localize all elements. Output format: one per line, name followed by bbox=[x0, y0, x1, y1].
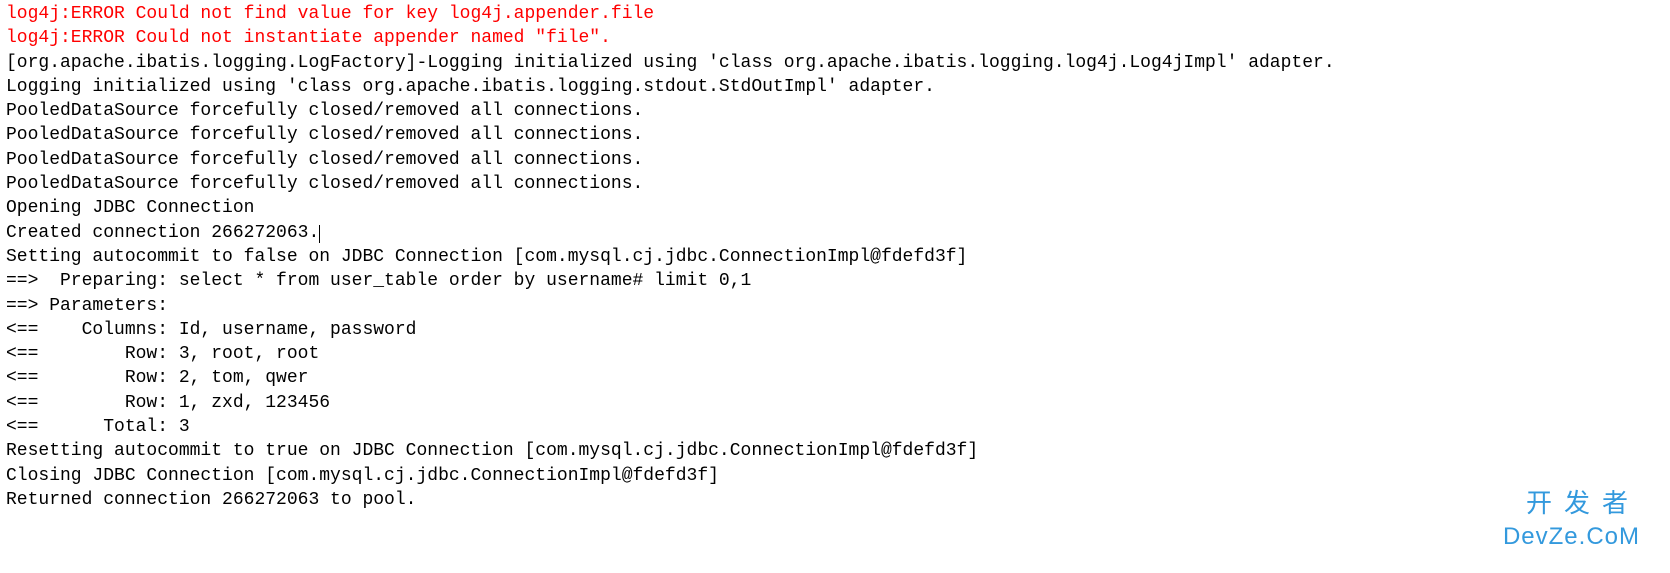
console-line: log4j:ERROR Could not find value for key… bbox=[6, 2, 1664, 26]
console-line: Logging initialized using 'class org.apa… bbox=[6, 75, 1664, 99]
console-line: Created connection 266272063. bbox=[6, 221, 1664, 245]
console-line: PooledDataSource forcefully closed/remov… bbox=[6, 99, 1664, 123]
console-line: Closing JDBC Connection [com.mysql.cj.jd… bbox=[6, 464, 1664, 488]
console-line: ==> Preparing: select * from user_table … bbox=[6, 269, 1664, 293]
console-line: [org.apache.ibatis.logging.LogFactory]-L… bbox=[6, 51, 1664, 75]
console-line: <== Row: 1, zxd, 123456 bbox=[6, 391, 1664, 415]
text-cursor bbox=[319, 225, 320, 243]
console-lines: log4j:ERROR Could not find value for key… bbox=[6, 2, 1664, 512]
console-line: PooledDataSource forcefully closed/remov… bbox=[6, 123, 1664, 147]
console-line: Setting autocommit to false on JDBC Conn… bbox=[6, 245, 1664, 269]
console-line: <== Row: 2, tom, qwer bbox=[6, 366, 1664, 390]
console-line: log4j:ERROR Could not instantiate append… bbox=[6, 26, 1664, 50]
console-output[interactable]: log4j:ERROR Could not find value for key… bbox=[0, 0, 1670, 573]
console-line: PooledDataSource forcefully closed/remov… bbox=[6, 172, 1664, 196]
console-line: Opening JDBC Connection bbox=[6, 196, 1664, 220]
console-line: Returned connection 266272063 to pool. bbox=[6, 488, 1664, 512]
console-line: Resetting autocommit to true on JDBC Con… bbox=[6, 439, 1664, 463]
console-line: <== Total: 3 bbox=[6, 415, 1664, 439]
console-line: <== Row: 3, root, root bbox=[6, 342, 1664, 366]
console-line: ==> Parameters: bbox=[6, 294, 1664, 318]
console-line: <== Columns: Id, username, password bbox=[6, 318, 1664, 342]
console-line: PooledDataSource forcefully closed/remov… bbox=[6, 148, 1664, 172]
